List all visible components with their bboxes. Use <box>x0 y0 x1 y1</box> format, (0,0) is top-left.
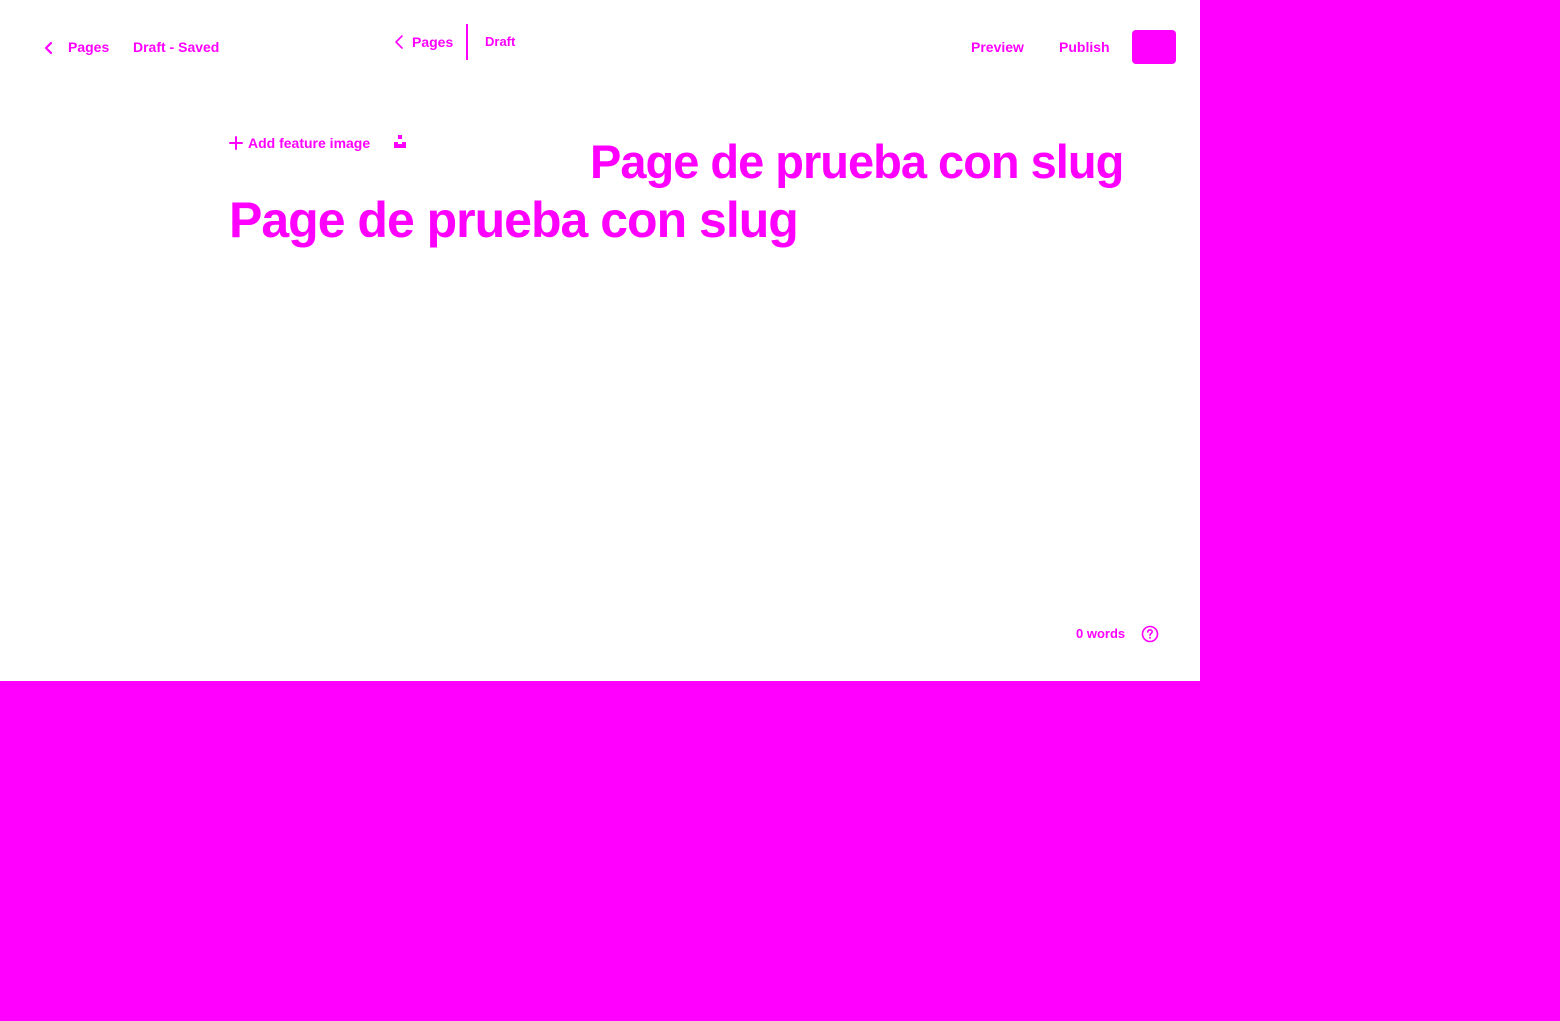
preview-button[interactable]: Preview <box>971 39 1024 55</box>
word-count: 0 words <box>1076 626 1126 641</box>
editor-viewport: Pages Draft - Saved Pages Draft Preview … <box>0 0 1200 681</box>
help-icon[interactable] <box>1141 625 1159 643</box>
settings-button[interactable] <box>1132 30 1176 64</box>
chevron-left-icon[interactable] <box>42 40 56 56</box>
breadcrumb-status: Draft <box>485 34 516 49</box>
add-feature-image-button[interactable]: Add feature image <box>248 135 370 151</box>
chevron-left-icon[interactable] <box>393 34 405 50</box>
save-status: Draft - Saved <box>133 39 220 55</box>
back-to-pages-link[interactable]: Pages <box>68 39 109 55</box>
title-preview-text: Page de prueba con slug <box>590 135 1124 188</box>
breadcrumb-pages-link[interactable]: Pages <box>412 34 453 50</box>
breadcrumb-divider <box>466 24 468 60</box>
plus-icon[interactable] <box>229 136 243 150</box>
upload-icon[interactable] <box>392 134 408 150</box>
page-title-input[interactable]: Page de prueba con slug <box>229 192 799 248</box>
publish-button[interactable]: Publish <box>1059 39 1110 55</box>
